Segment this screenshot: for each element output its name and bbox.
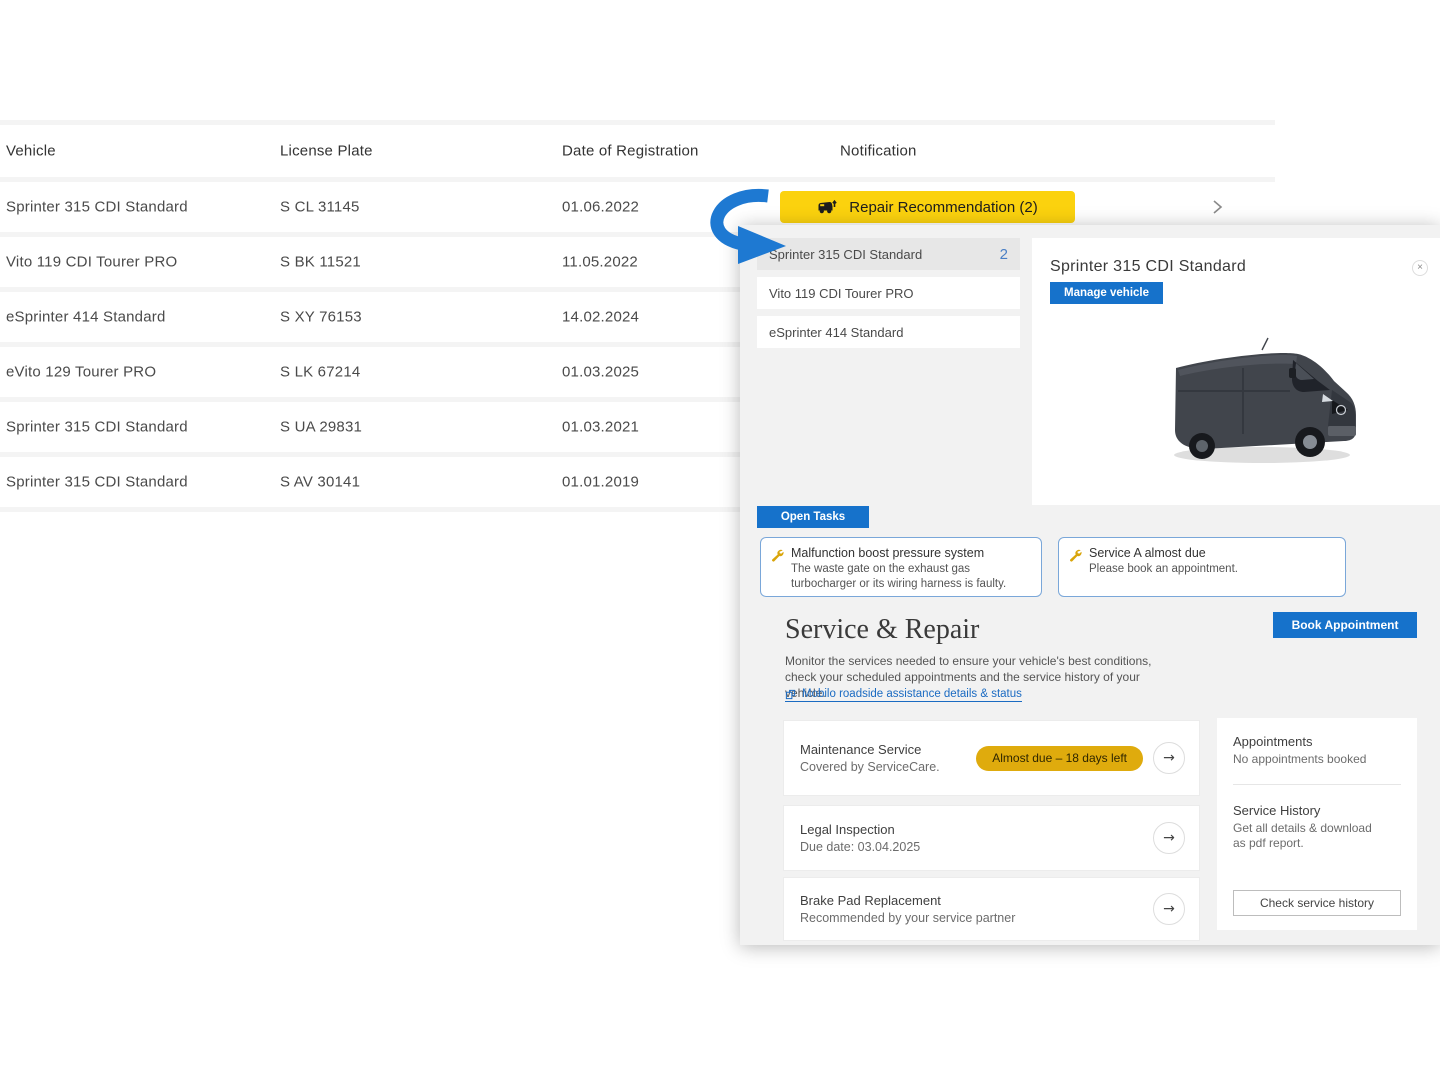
cell-vehicle: Vito 119 CDI Tourer PRO	[6, 254, 177, 271]
brake-pad-card[interactable]: Brake Pad Replacement Recommended by you…	[783, 877, 1200, 941]
chevron-right-icon[interactable]	[1208, 198, 1226, 216]
check-service-history-button[interactable]: Check service history	[1233, 890, 1401, 916]
col-header-vehicle: Vehicle	[6, 143, 56, 160]
cell-date: 01.03.2021	[562, 419, 639, 436]
repair-button-label: Repair Recommendation (2)	[849, 199, 1037, 216]
maintenance-service-card[interactable]: Maintenance Service Covered by ServiceCa…	[783, 720, 1200, 796]
cell-date: 11.05.2022	[562, 254, 638, 271]
col-header-plate: License Plate	[280, 143, 373, 160]
external-link-icon	[785, 689, 796, 700]
col-header-date: Date of Registration	[562, 143, 699, 160]
service-card-title: Brake Pad Replacement	[800, 893, 1153, 908]
cell-plate: S XY 76153	[280, 309, 362, 326]
callout-arrow-icon	[694, 184, 806, 268]
cell-date: 14.02.2024	[562, 309, 639, 326]
cell-vehicle: Sprinter 315 CDI Standard	[6, 199, 188, 216]
task-description: Please book an appointment.	[1089, 562, 1335, 577]
van-repair-icon	[817, 198, 839, 216]
service-card-text: Legal Inspection Due date: 03.04.2025	[800, 822, 1153, 854]
cell-vehicle: eSprinter 414 Standard	[6, 309, 166, 326]
close-icon[interactable]: ×	[1412, 260, 1428, 276]
book-appointment-button[interactable]: Book Appointment	[1273, 612, 1417, 638]
task-title: Malfunction boost pressure system	[791, 546, 1031, 560]
open-tasks-tab[interactable]: Open Tasks	[757, 506, 869, 528]
cell-vehicle: Sprinter 315 CDI Standard	[6, 419, 188, 436]
cell-plate: S BK 11521	[280, 254, 361, 271]
task-card-service-a[interactable]: Service A almost due Please book an appo…	[1058, 537, 1346, 597]
service-repair-heading: Service & Repair	[785, 614, 979, 646]
cell-vehicle: Sprinter 315 CDI Standard	[6, 474, 188, 491]
cell-plate: S CL 31145	[280, 199, 360, 216]
service-card-subtitle: Covered by ServiceCare.	[800, 760, 976, 774]
mobilo-assistance-link[interactable]: Mobilo roadside assistance details & sta…	[785, 688, 1022, 702]
service-card-subtitle: Due date: 03.04.2025	[800, 840, 1153, 854]
cell-plate: S UA 29831	[280, 419, 362, 436]
cell-plate: S AV 30141	[280, 474, 360, 491]
task-title: Service A almost due	[1089, 546, 1335, 560]
appointments-status: No appointments booked	[1233, 752, 1401, 768]
service-history-description: Get all details & download as pdf report…	[1233, 821, 1373, 852]
arrow-right-button[interactable]: →	[1153, 742, 1185, 774]
fleet-management-screen: Vehicle License Plate Date of Registrati…	[0, 0, 1440, 1080]
van-photo	[1142, 334, 1382, 474]
cell-date: 01.01.2019	[562, 474, 639, 491]
vehicle-detail-card: Sprinter 315 CDI Standard × Manage vehic…	[1032, 238, 1440, 505]
service-history-title: Service History	[1233, 803, 1401, 818]
vehicle-item-label: eSprinter 414 Standard	[769, 325, 903, 340]
service-card-text: Maintenance Service Covered by ServiceCa…	[800, 742, 976, 774]
repair-recommendation-panel: Sprinter 315 CDI Standard 2 Vito 119 CDI…	[740, 225, 1440, 945]
mobilo-link-label: Mobilo roadside assistance details & sta…	[802, 688, 1022, 700]
service-card-subtitle: Recommended by your service partner	[800, 911, 1153, 925]
appointments-title: Appointments	[1233, 734, 1401, 749]
repair-recommendation-button[interactable]: Repair Recommendation (2)	[780, 191, 1075, 223]
vehicle-item-label: Vito 119 CDI Tourer PRO	[769, 286, 914, 301]
legal-inspection-card[interactable]: Legal Inspection Due date: 03.04.2025 →	[783, 805, 1200, 871]
vehicle-list-item-vito-119[interactable]: Vito 119 CDI Tourer PRO	[757, 277, 1020, 309]
service-card-text: Brake Pad Replacement Recommended by you…	[800, 893, 1153, 925]
arrow-right-button[interactable]: →	[1153, 893, 1185, 925]
service-card-title: Maintenance Service	[800, 742, 976, 757]
divider	[1233, 784, 1401, 785]
vehicle-list-item-esprinter-414[interactable]: eSprinter 414 Standard	[757, 316, 1020, 348]
cell-plate: S LK 67214	[280, 364, 360, 381]
manage-vehicle-button[interactable]: Manage vehicle	[1050, 282, 1163, 304]
arrow-right-button[interactable]: →	[1153, 822, 1185, 854]
cell-date: 01.03.2025	[562, 364, 639, 381]
cell-date: 01.06.2022	[562, 199, 639, 216]
notification-count-badge: 2	[1000, 246, 1008, 263]
table-header-row: Vehicle License Plate Date of Registrati…	[0, 125, 1275, 177]
appointments-history-card: Appointments No appointments booked Serv…	[1217, 718, 1417, 930]
wrench-icon	[1069, 549, 1082, 562]
cell-vehicle: eVito 129 Tourer PRO	[6, 364, 156, 381]
task-card-malfunction[interactable]: Malfunction boost pressure system The wa…	[760, 537, 1042, 597]
almost-due-badge: Almost due – 18 days left	[976, 746, 1143, 771]
vehicle-detail-title: Sprinter 315 CDI Standard	[1050, 258, 1246, 276]
service-card-title: Legal Inspection	[800, 822, 1153, 837]
task-description: The waste gate on the exhaust gas turboc…	[791, 562, 1031, 592]
wrench-icon	[771, 549, 784, 562]
col-header-notification: Notification	[840, 143, 917, 160]
